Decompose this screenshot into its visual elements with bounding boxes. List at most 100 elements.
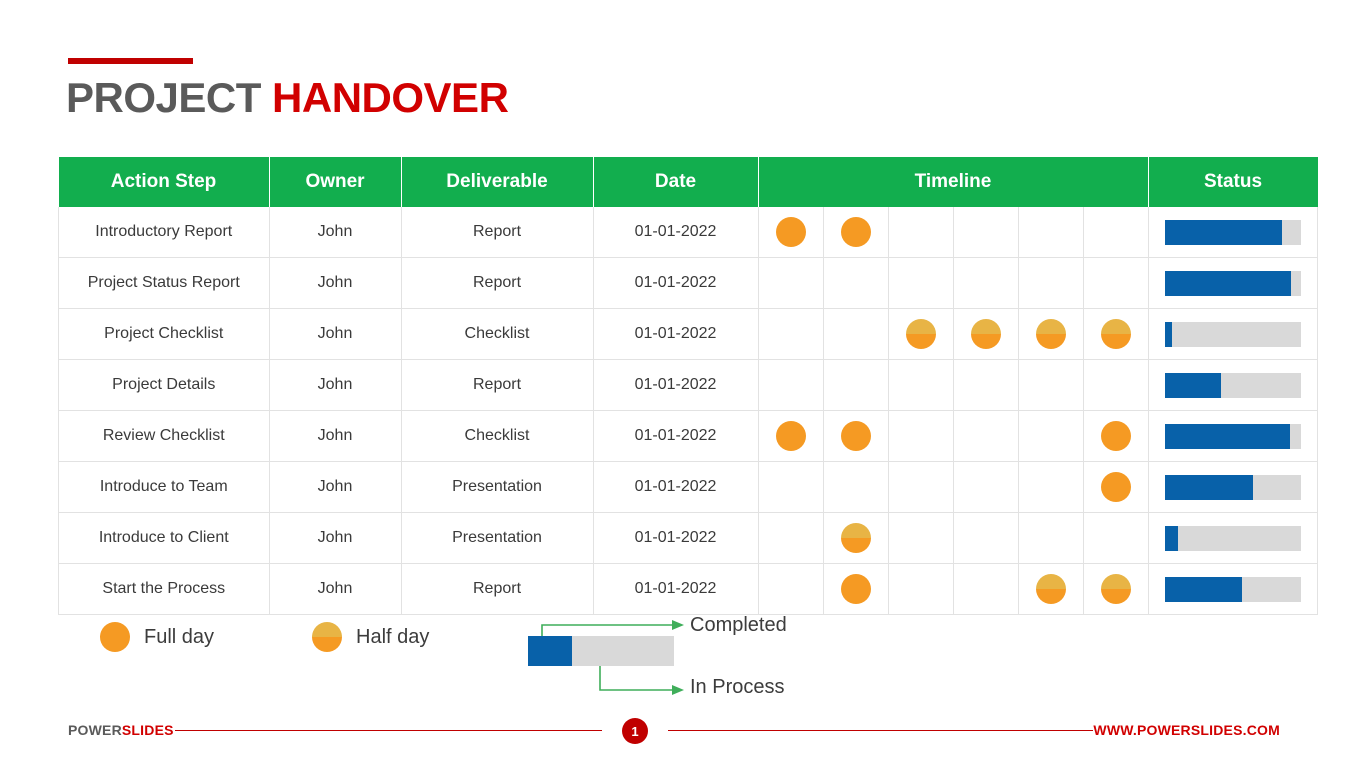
timeline-cell-1[interactable] <box>758 563 824 615</box>
timeline-cell-4[interactable] <box>953 257 1019 309</box>
timeline-cell-3[interactable] <box>888 359 954 411</box>
half-day-dot-icon <box>1035 319 1066 349</box>
column-header-timeline[interactable]: Timeline <box>758 157 1149 207</box>
cell-action-step: Project Checklist <box>58 308 270 360</box>
timeline-cell-4[interactable] <box>953 563 1019 615</box>
timeline-cell-3[interactable] <box>888 207 954 258</box>
timeline-cell-3[interactable] <box>888 512 954 564</box>
cell-action-step: Review Checklist <box>58 410 270 462</box>
full-day-dot-icon <box>1100 472 1131 502</box>
timeline-cell-1[interactable] <box>758 461 824 513</box>
table-row: Project Checklist John Checklist 01-01-2022 <box>58 308 1318 360</box>
cell-status <box>1148 207 1318 258</box>
timeline-cell-4[interactable] <box>953 512 1019 564</box>
timeline-cell-5[interactable] <box>1018 257 1084 309</box>
timeline-cell-2[interactable] <box>823 359 889 411</box>
status-progress-track <box>1164 423 1301 449</box>
cell-owner: John <box>269 461 402 513</box>
timeline-cell-6[interactable] <box>1083 257 1149 309</box>
cell-status <box>1148 359 1318 411</box>
timeline-cell-2[interactable] <box>823 461 889 513</box>
status-progress-track <box>1164 270 1301 296</box>
timeline-cell-4[interactable] <box>953 461 1019 513</box>
timeline-cell-5[interactable] <box>1018 563 1084 615</box>
timeline-cell-3[interactable] <box>888 308 954 360</box>
timeline-cell-5[interactable] <box>1018 359 1084 411</box>
cell-date: 01-01-2022 <box>593 512 759 564</box>
table-row: Introduce to Client John Presentation 01-01… <box>58 512 1318 564</box>
legend-label-completed: Completed <box>690 614 787 636</box>
timeline-cell-2[interactable] <box>823 563 889 615</box>
column-header-action-step[interactable]: Action Step <box>58 157 270 207</box>
timeline-cell-6[interactable] <box>1083 359 1149 411</box>
arrow-head-in-process-icon <box>672 685 684 695</box>
timeline-cell-2[interactable] <box>823 512 889 564</box>
timeline-cell-6[interactable] <box>1083 410 1149 462</box>
timeline-cell-1[interactable] <box>758 308 824 360</box>
timeline-cell-5[interactable] <box>1018 308 1084 360</box>
timeline-cell-4[interactable] <box>953 308 1019 360</box>
timeline-cell-4[interactable] <box>953 207 1019 258</box>
timeline-cell-6[interactable] <box>1083 512 1149 564</box>
cell-date: 01-01-2022 <box>593 308 759 360</box>
status-progress-track <box>1164 576 1301 602</box>
cell-owner: John <box>269 410 402 462</box>
half-day-dot-icon <box>905 319 936 349</box>
legend-status-bar-fill <box>528 636 572 666</box>
cell-date: 01-01-2022 <box>593 207 759 258</box>
timeline-cell-1[interactable] <box>758 512 824 564</box>
timeline-cell-5[interactable] <box>1018 207 1084 258</box>
cell-date: 01-01-2022 <box>593 563 759 615</box>
timeline-cell-4[interactable] <box>953 359 1019 411</box>
status-progress-track <box>1164 525 1301 551</box>
timeline-cell-5[interactable] <box>1018 461 1084 513</box>
cell-action-step: Introductory Report <box>58 207 270 258</box>
timeline-cell-1[interactable] <box>758 207 824 258</box>
title-accent-bar <box>68 58 193 64</box>
column-header-status[interactable]: Status <box>1148 157 1318 207</box>
timeline-cell-5[interactable] <box>1018 410 1084 462</box>
timeline-cell-1[interactable] <box>758 410 824 462</box>
timeline-cell-3[interactable] <box>888 563 954 615</box>
full-day-dot-icon <box>775 217 806 247</box>
cell-owner: John <box>269 359 402 411</box>
table-row: Project Status Report John Report 01-01-202… <box>58 257 1318 309</box>
timeline-cell-3[interactable] <box>888 410 954 462</box>
half-day-dot-icon <box>970 319 1001 349</box>
table-body: Introductory Report John Report 01-01-2022 P… <box>58 207 1318 615</box>
cell-owner: John <box>269 308 402 360</box>
footer-brand-logo: POWERSLIDES <box>68 722 174 738</box>
cell-date: 01-01-2022 <box>593 461 759 513</box>
timeline-cell-4[interactable] <box>953 410 1019 462</box>
cell-owner: John <box>269 207 402 258</box>
timeline-cell-3[interactable] <box>888 461 954 513</box>
column-header-deliverable[interactable]: Deliverable <box>401 157 594 207</box>
table-row: Project Details John Report 01-01-2022 <box>58 359 1318 411</box>
timeline-cell-1[interactable] <box>758 257 824 309</box>
timeline-cell-2[interactable] <box>823 308 889 360</box>
timeline-cell-3[interactable] <box>888 257 954 309</box>
timeline-cell-2[interactable] <box>823 410 889 462</box>
cell-action-step: Introduce to Client <box>58 512 270 564</box>
status-progress-fill <box>1164 270 1292 296</box>
arrow-head-completed-icon <box>672 620 684 630</box>
status-progress-track <box>1164 219 1301 245</box>
timeline-cell-6[interactable] <box>1083 461 1149 513</box>
cell-status <box>1148 410 1318 462</box>
timeline-cell-2[interactable] <box>823 207 889 258</box>
column-header-owner[interactable]: Owner <box>269 157 402 207</box>
timeline-cell-6[interactable] <box>1083 207 1149 258</box>
timeline-cell-6[interactable] <box>1083 308 1149 360</box>
column-header-date[interactable]: Date <box>593 157 759 207</box>
timeline-cell-6[interactable] <box>1083 563 1149 615</box>
half-day-dot-icon <box>1100 574 1131 604</box>
table-header-row: Action Step Owner Deliverable Date Timel… <box>58 157 1318 207</box>
status-progress-fill <box>1164 576 1243 602</box>
table-row: Introduce to Team John Presentation 01-01-2… <box>58 461 1318 513</box>
timeline-cell-1[interactable] <box>758 359 824 411</box>
half-day-dot-icon <box>1035 574 1066 604</box>
status-progress-track <box>1164 474 1301 500</box>
page-title: PROJECT HANDOVER <box>66 74 509 122</box>
timeline-cell-2[interactable] <box>823 257 889 309</box>
timeline-cell-5[interactable] <box>1018 512 1084 564</box>
